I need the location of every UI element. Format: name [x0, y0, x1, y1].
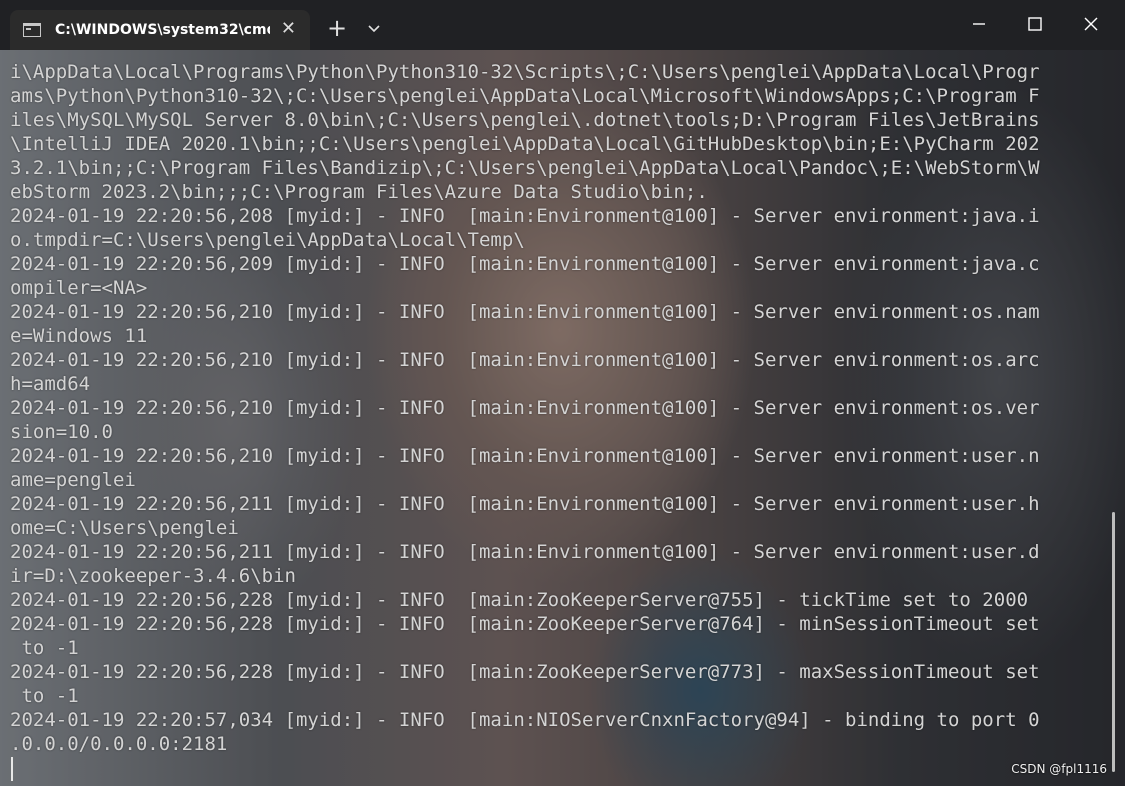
terminal-line: iles\MySQL\MySQL Server 8.0\bin\;C:\User…: [10, 109, 1040, 131]
minimize-button[interactable]: [956, 8, 1002, 40]
terminal-line: o.tmpdir=C:\Users\penglei\AppData\Local\…: [10, 229, 525, 251]
chevron-down-icon: [368, 25, 380, 33]
tab-dropdown-button[interactable]: [362, 14, 386, 42]
terminal-line: 2024-01-19 22:20:56,208 [myid:] - INFO […: [10, 205, 1040, 227]
terminal-output[interactable]: i\AppData\Local\Programs\Python\Python31…: [10, 60, 1100, 756]
tab-title: C:\WINDOWS\system32\cmd.: [55, 22, 270, 38]
terminal-line: 2024-01-19 22:20:56,228 [myid:] - INFO […: [10, 613, 1040, 635]
terminal-tab[interactable]: C:\WINDOWS\system32\cmd. ✕: [10, 10, 310, 50]
close-icon: [1084, 17, 1098, 31]
terminal-line: ame=penglei: [10, 469, 136, 491]
terminal-line: 2024-01-19 22:20:56,210 [myid:] - INFO […: [10, 349, 1040, 371]
tab-close-button[interactable]: ✕: [281, 19, 296, 39]
terminal-line: 2024-01-19 22:20:56,210 [myid:] - INFO […: [10, 445, 1040, 467]
terminal-line: .0.0.0/0.0.0.0:2181: [10, 733, 228, 755]
terminal-line: e=Windows 11: [10, 325, 148, 347]
terminal-line: 2024-01-19 22:20:56,211 [myid:] - INFO […: [10, 493, 1040, 515]
scrollbar-thumb[interactable]: [1112, 512, 1115, 772]
terminal-line: to -1: [10, 637, 79, 659]
new-tab-button[interactable]: +: [323, 14, 351, 42]
watermark: CSDN @fpl1116: [1011, 762, 1107, 776]
text-cursor: [11, 757, 13, 781]
terminal-line: \IntelliJ IDEA 2020.1\bin;;C:\Users\peng…: [10, 133, 1040, 155]
terminal-line: ir=D:\zookeeper-3.4.6\bin: [10, 565, 296, 587]
cmd-icon: [23, 23, 41, 37]
terminal-line: ompiler=<NA>: [10, 277, 148, 299]
terminal-line: i\AppData\Local\Programs\Python\Python31…: [10, 61, 1040, 83]
terminal-line: h=amd64: [10, 373, 91, 395]
title-bar: C:\WINDOWS\system32\cmd. ✕ +: [0, 0, 1125, 50]
terminal-line: 2024-01-19 22:20:56,228 [myid:] - INFO […: [10, 661, 1040, 683]
terminal-line: 2024-01-19 22:20:57,034 [myid:] - INFO […: [10, 709, 1040, 731]
terminal-line: 2024-01-19 22:20:56,210 [myid:] - INFO […: [10, 397, 1040, 419]
terminal-line: 2024-01-19 22:20:56,228 [myid:] - INFO […: [10, 589, 1029, 611]
minimize-icon: [973, 23, 985, 25]
terminal-line: sion=10.0: [10, 421, 113, 443]
terminal-line: 2024-01-19 22:20:56,209 [myid:] - INFO […: [10, 253, 1040, 275]
maximize-button[interactable]: [1012, 8, 1058, 40]
terminal-line: ome=C:\Users\penglei: [10, 517, 239, 539]
close-window-button[interactable]: [1068, 8, 1114, 40]
terminal-line: 2024-01-19 22:20:56,211 [myid:] - INFO […: [10, 541, 1040, 563]
terminal-line: ebStorm 2023.2\bin;;;C:\Program Files\Az…: [10, 181, 708, 203]
maximize-icon: [1028, 17, 1042, 31]
terminal-line: ams\Python\Python310-32\;C:\Users\pengle…: [10, 85, 1040, 107]
terminal-line: 3.2.1\bin;;C:\Program Files\Bandizip\;C:…: [10, 157, 1040, 179]
terminal-line: to -1: [10, 685, 79, 707]
terminal-line: 2024-01-19 22:20:56,210 [myid:] - INFO […: [10, 301, 1040, 323]
